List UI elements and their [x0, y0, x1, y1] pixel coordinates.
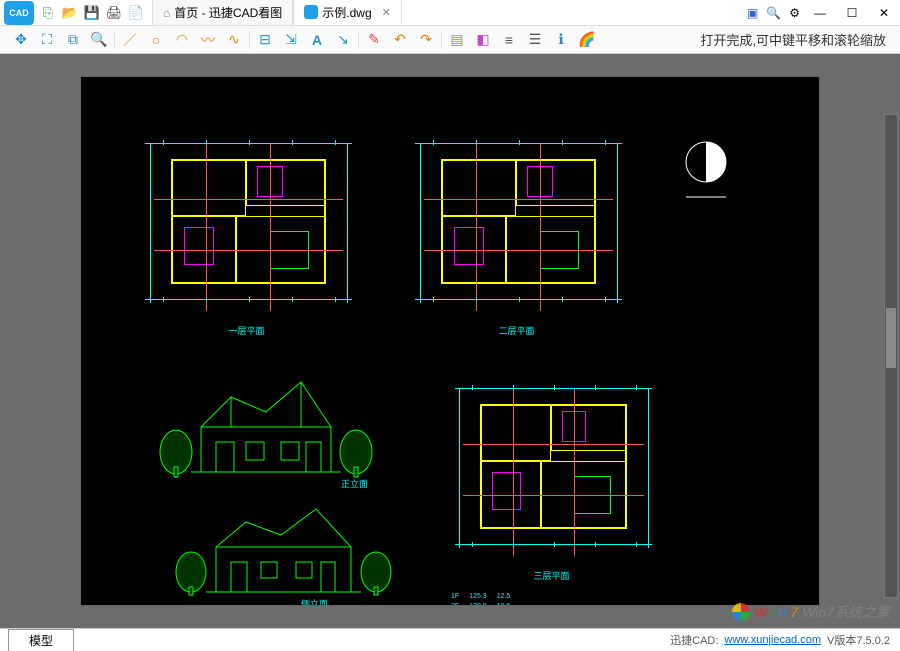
status-version: V版本7.5.0.2: [827, 632, 890, 648]
zoom-realtime-icon[interactable]: 🔍: [90, 31, 108, 49]
app-logo: CAD: [4, 1, 34, 25]
elevation-side-caption: 侧立面: [301, 597, 328, 606]
lineweight-icon[interactable]: ☰: [526, 31, 544, 49]
area-table-caption: 1F125.312.5 2F120.810.6 上图面积 367.4平方米 其他…: [451, 592, 587, 606]
arc-icon[interactable]: ◠: [173, 31, 191, 49]
dwg-icon: [304, 5, 318, 19]
maximize-button[interactable]: ☐: [840, 3, 864, 23]
linetype-icon[interactable]: ≡: [500, 31, 518, 49]
spline-icon[interactable]: ∿: [225, 31, 243, 49]
close-tab-icon[interactable]: ✕: [382, 6, 391, 19]
floor-plan-caption: 三层平面: [534, 569, 570, 582]
search-icon[interactable]: 🔍: [766, 6, 781, 20]
settings-icon[interactable]: ⚙: [789, 6, 800, 20]
circle-icon[interactable]: ○: [147, 31, 165, 49]
fullscreen-icon[interactable]: ▣: [747, 6, 758, 20]
color-icon[interactable]: ◧: [474, 31, 492, 49]
tool-group-edit: ✎ ↶ ↷: [359, 31, 442, 49]
line-icon[interactable]: ／: [121, 31, 139, 49]
open-file-icon[interactable]: 📂: [62, 5, 78, 21]
save-icon[interactable]: 💾: [84, 5, 100, 21]
new-file-icon[interactable]: ⎘: [40, 5, 56, 21]
zoom-window-icon[interactable]: ⧉: [64, 31, 82, 49]
undo-icon[interactable]: ↶: [391, 31, 409, 49]
home-icon: ⌂: [163, 6, 170, 20]
document-tabs: ⌂ 首页 - 迅捷CAD看图 示例.dwg ✕: [152, 0, 402, 25]
floor-plan-3: [451, 377, 656, 567]
drawing-viewport[interactable]: 一层平面 二层平面 三层平面: [0, 54, 900, 628]
floor-plan-2: [411, 132, 626, 322]
export-pdf-icon[interactable]: 📄: [128, 5, 144, 21]
tool-group-props: ▤ ◧ ≡ ☰ ℹ 🌈: [442, 31, 602, 49]
text-icon[interactable]: A: [308, 31, 326, 49]
title-right: ▣ 🔍 ⚙ — ☐ ✕: [747, 3, 896, 23]
pan-icon[interactable]: ✥: [12, 31, 30, 49]
scrollbar-thumb[interactable]: [886, 308, 896, 368]
layer-icon[interactable]: ▤: [448, 31, 466, 49]
title-bar: CAD ⎘ 📂 💾 🖨 📄 ⌂ 首页 - 迅捷CAD看图 示例.dwg ✕ ▣ …: [0, 0, 900, 26]
elevation-side: [161, 487, 406, 606]
status-right: 迅捷CAD: www.xunjiecad.com V版本7.5.0.2: [670, 632, 900, 648]
tab-label: 首页 - 迅捷CAD看图: [174, 4, 282, 21]
vertical-scrollbar[interactable]: [884, 114, 898, 598]
tab-document[interactable]: 示例.dwg ✕: [293, 0, 402, 25]
dim-aligned-icon[interactable]: ⇲: [282, 31, 300, 49]
elevation-front: [141, 357, 391, 487]
dim-linear-icon[interactable]: ⊟: [256, 31, 274, 49]
north-compass: [681, 137, 731, 207]
tab-label: 示例.dwg: [322, 4, 371, 21]
close-window-button[interactable]: ✕: [872, 3, 896, 23]
redo-icon[interactable]: ↷: [417, 31, 435, 49]
leader-icon[interactable]: ↘: [334, 31, 352, 49]
floor-plan-caption: 一层平面: [229, 324, 265, 337]
status-brand: 迅捷CAD:: [670, 632, 718, 648]
floor-plan-caption: 二层平面: [499, 324, 535, 337]
print-icon[interactable]: 🖨: [106, 5, 122, 21]
zoom-extents-icon[interactable]: ⛶: [38, 31, 56, 49]
edit-icon[interactable]: ✎: [365, 31, 383, 49]
toolbar: ✥ ⛶ ⧉ 🔍 ／ ○ ◠ 〰 ∿ ⊟ ⇲ A ↘ ✎ ↶ ↷ ▤ ◧ ≡ ☰ …: [0, 26, 900, 54]
drawing-sheet: 一层平面 二层平面 三层平面: [80, 76, 820, 606]
tool-group-draw: ／ ○ ◠ 〰 ∿: [115, 31, 250, 49]
quick-access: ⎘ 📂 💾 🖨 📄: [40, 5, 144, 21]
tab-home[interactable]: ⌂ 首页 - 迅捷CAD看图: [152, 0, 293, 25]
tool-group-nav: ✥ ⛶ ⧉ 🔍: [6, 31, 115, 49]
toolbar-hint: 打开完成,可中键平移和滚轮缩放: [700, 30, 894, 49]
model-space-tab[interactable]: 模型: [8, 629, 74, 651]
polyline-icon[interactable]: 〰: [199, 31, 217, 49]
minimize-button[interactable]: —: [808, 3, 832, 23]
status-bar: 模型 迅捷CAD: www.xunjiecad.com V版本7.5.0.2: [0, 628, 900, 650]
props-icon[interactable]: ℹ: [552, 31, 570, 49]
tool-group-annotate: ⊟ ⇲ A ↘: [250, 31, 359, 49]
status-url: www.xunjiecad.com: [724, 634, 821, 646]
floor-plan-1: [141, 132, 356, 322]
render-icon[interactable]: 🌈: [578, 31, 596, 49]
